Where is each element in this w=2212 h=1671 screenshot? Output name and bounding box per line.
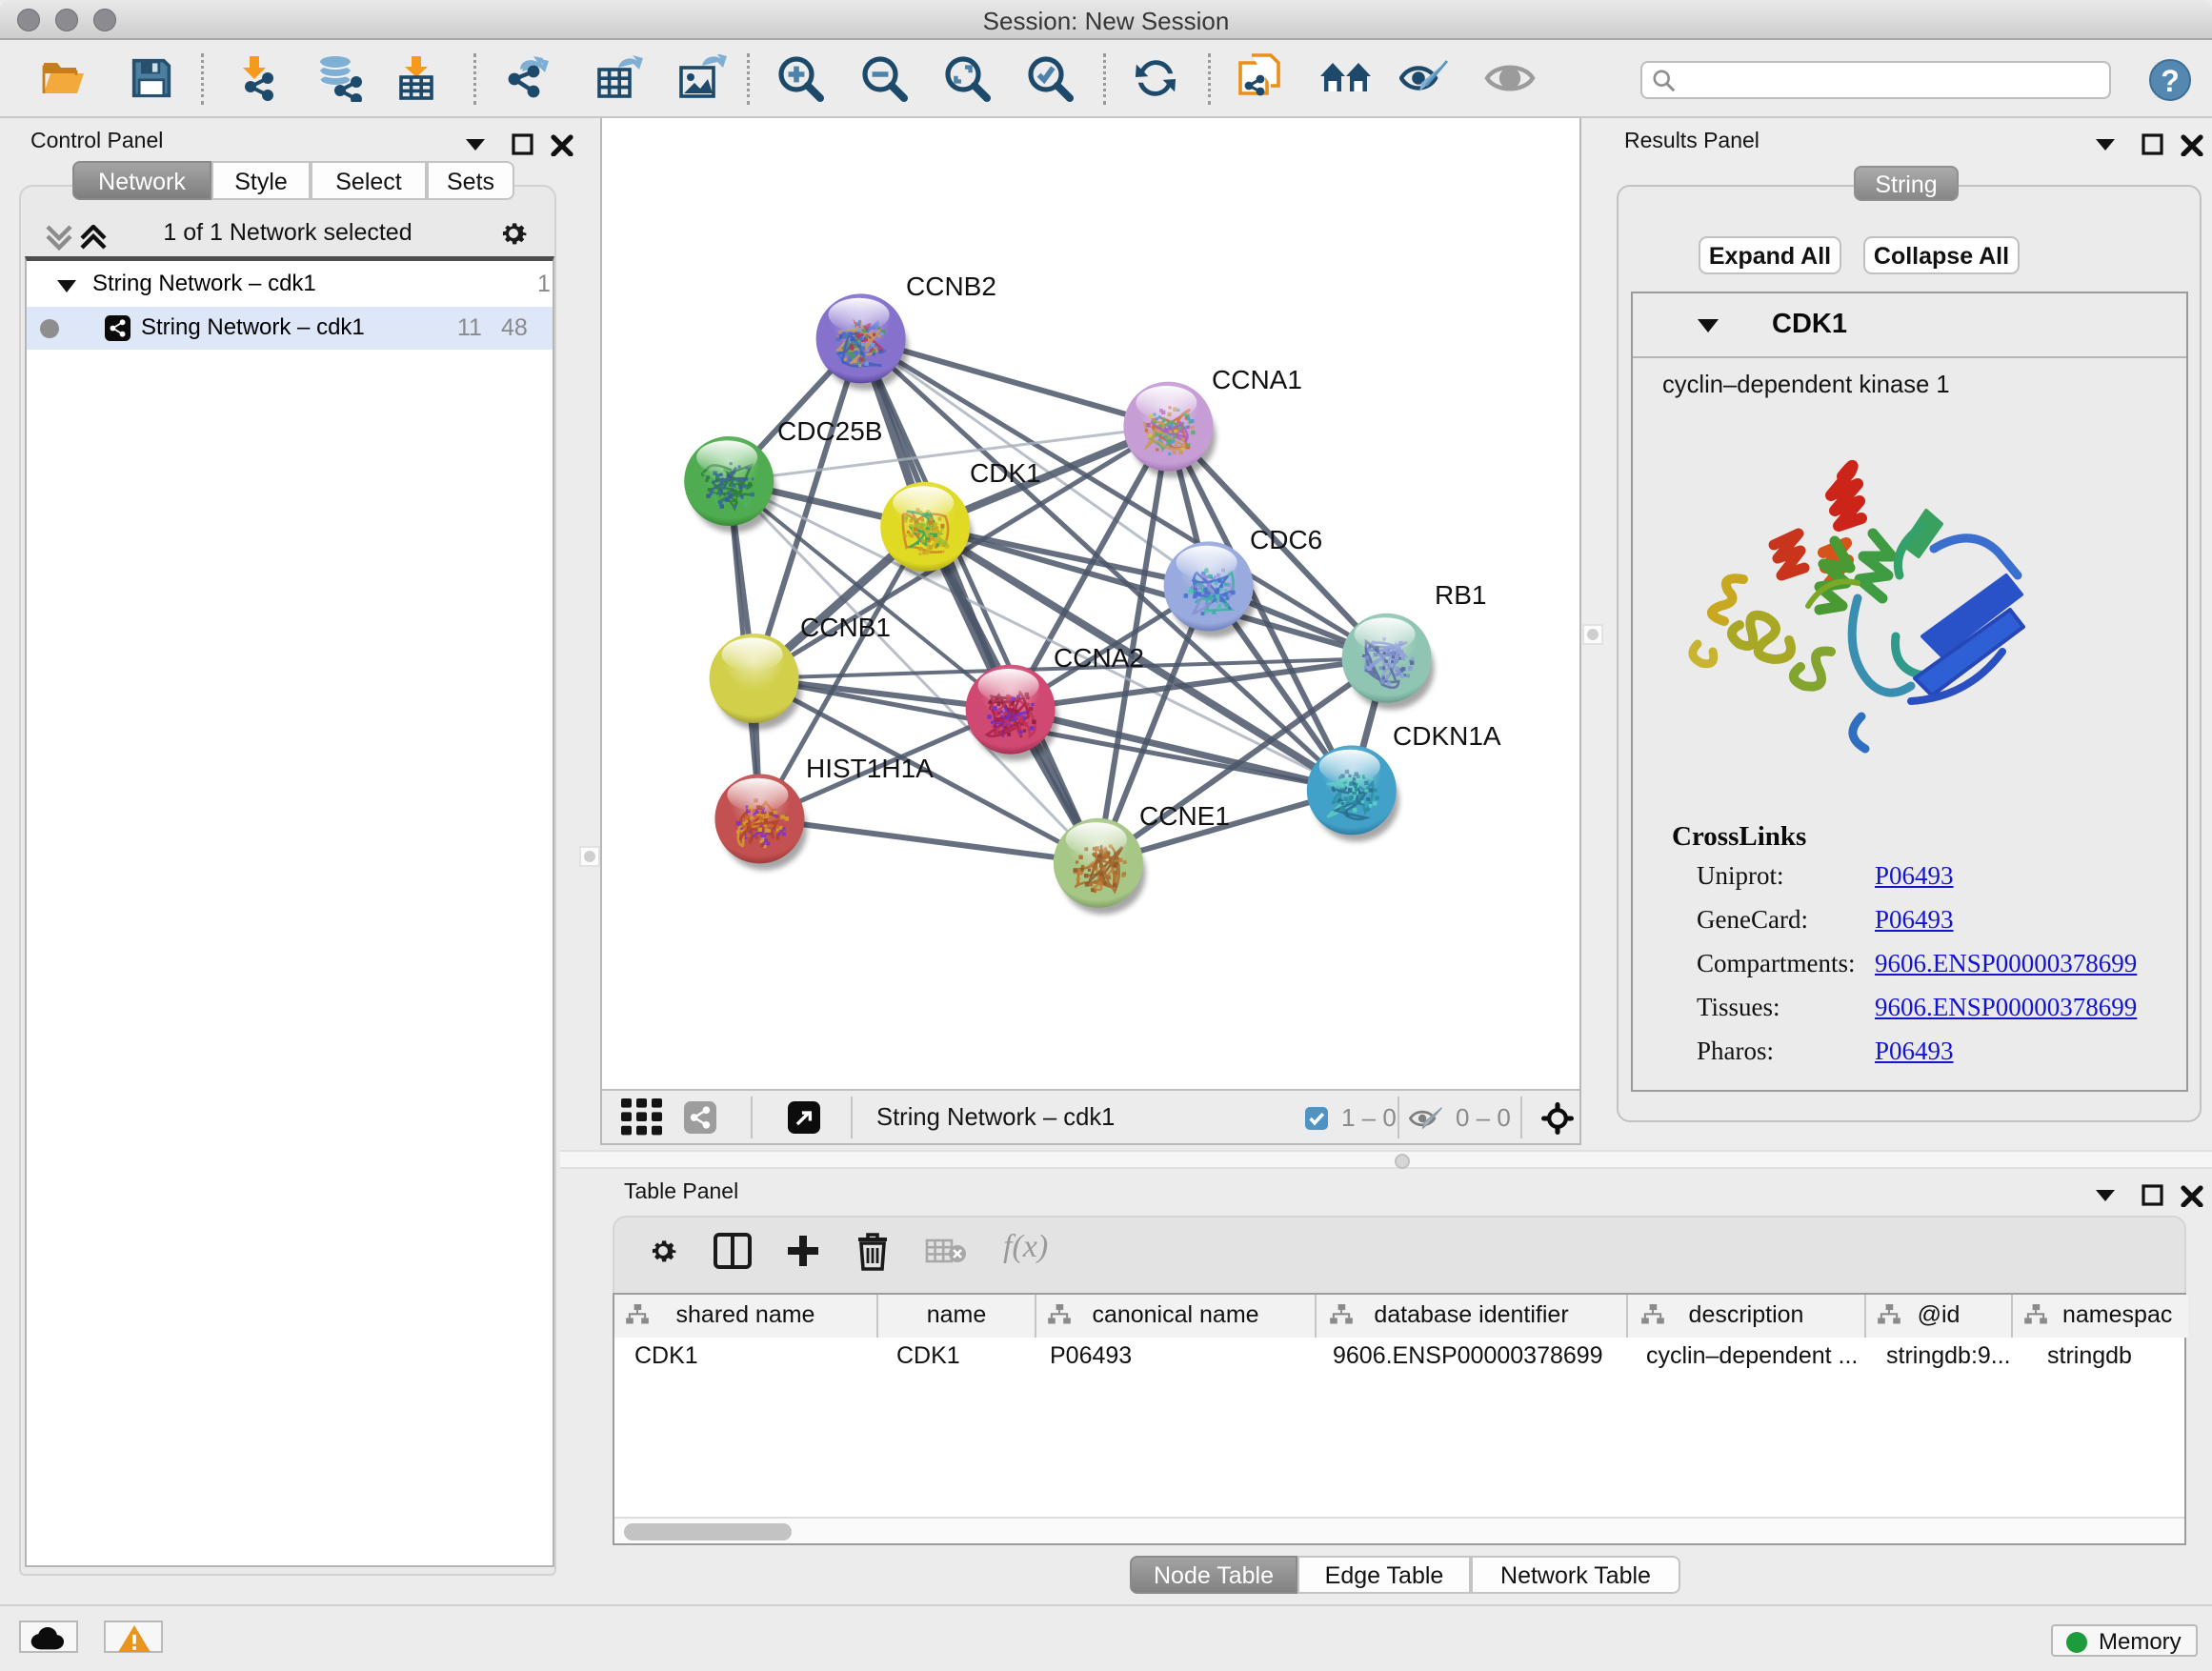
svg-text:CDKN1A: CDKN1A	[1393, 721, 1501, 751]
svg-text:CDC6: CDC6	[1250, 525, 1322, 554]
svg-text:HIST1H1A: HIST1H1A	[806, 754, 934, 783]
svg-text:CCNA2: CCNA2	[1054, 643, 1144, 673]
svg-text:RB1: RB1	[1435, 580, 1486, 610]
svg-text:CCNE1: CCNE1	[1139, 801, 1230, 831]
svg-text:CCNB2: CCNB2	[906, 272, 996, 301]
svg-text:CDC25B: CDC25B	[777, 416, 882, 446]
svg-text:CCNA1: CCNA1	[1212, 365, 1302, 394]
svg-text:CDK1: CDK1	[970, 458, 1041, 488]
svg-text:CCNB1: CCNB1	[800, 613, 891, 642]
